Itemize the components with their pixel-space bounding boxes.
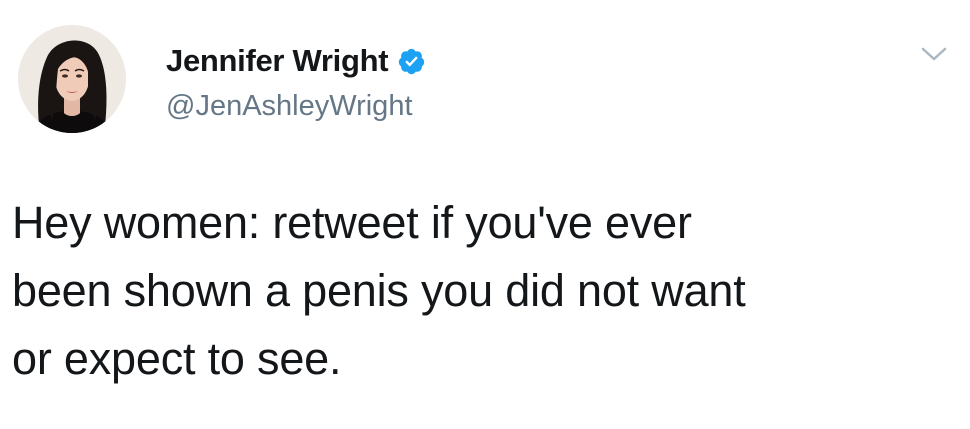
tweet-text: Hey women: retweet if you've ever been s… bbox=[12, 197, 746, 384]
display-name[interactable]: Jennifer Wright bbox=[166, 43, 389, 79]
avatar-photo bbox=[18, 25, 126, 133]
chevron-down-icon bbox=[921, 47, 947, 61]
user-handle[interactable]: @JenAshleyWright bbox=[166, 90, 426, 123]
verified-badge-icon bbox=[397, 47, 426, 76]
tweet-card: Jennifer Wright @JenAshleyWright Hey wom… bbox=[0, 0, 970, 429]
author-block[interactable]: Jennifer Wright @JenAshleyWright bbox=[166, 42, 426, 123]
avatar[interactable] bbox=[18, 25, 126, 133]
name-row: Jennifer Wright bbox=[166, 42, 426, 80]
tweet-menu-button[interactable] bbox=[919, 43, 949, 65]
